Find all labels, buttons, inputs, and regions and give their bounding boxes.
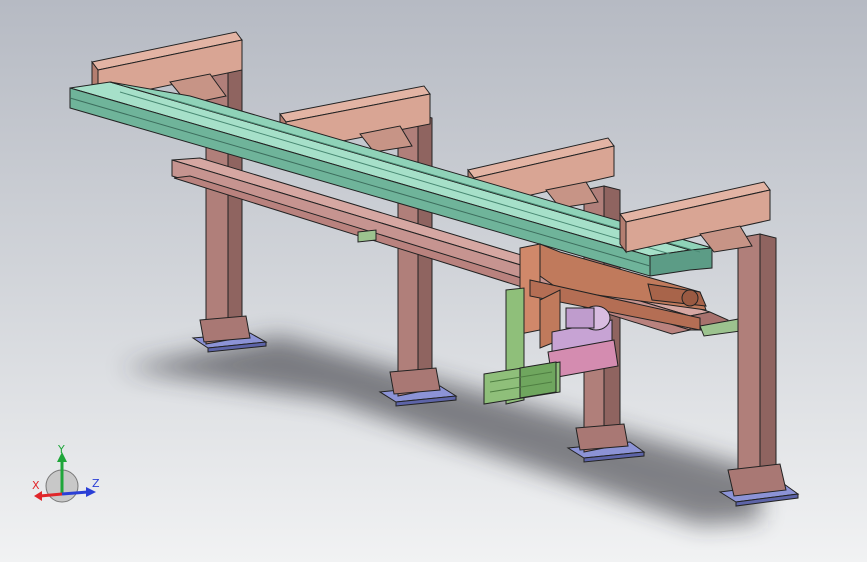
crossbeam-4[interactable] bbox=[619, 181, 771, 254]
coordinate-triad: Y Z X bbox=[26, 440, 116, 510]
gantry-model[interactable] bbox=[0, 0, 867, 562]
cad-viewport[interactable]: Y Z X bbox=[0, 0, 867, 562]
y-axis-label: Y bbox=[58, 443, 65, 456]
x-axis-arrow bbox=[39, 492, 63, 498]
x-axis-label: X bbox=[32, 479, 40, 492]
triad-graphic bbox=[34, 452, 96, 503]
ground-shadow bbox=[120, 336, 760, 525]
z-axis-label: Z bbox=[92, 477, 100, 490]
z-axis-arrow bbox=[61, 490, 89, 496]
